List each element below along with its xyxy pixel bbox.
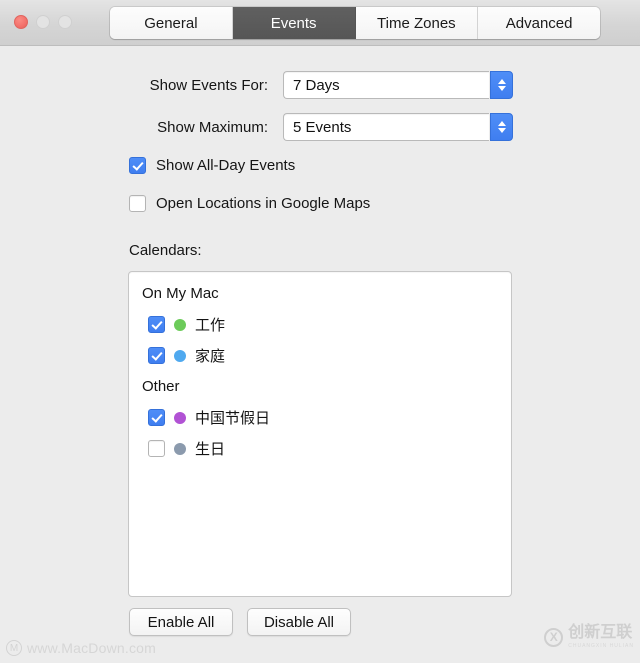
calendar-action-buttons: Enable All Disable All xyxy=(129,608,351,636)
show-all-day-events-checkbox-row[interactable]: Show All-Day Events xyxy=(129,157,295,174)
open-locations-google-maps-label: Open Locations in Google Maps xyxy=(156,195,371,212)
calendar-checkbox[interactable] xyxy=(148,409,165,426)
minimize-button-icon xyxy=(36,15,50,29)
calendar-color-dot-icon xyxy=(174,411,186,424)
calendar-color-dot-icon xyxy=(174,349,186,362)
tab-advanced-label: Advanced xyxy=(505,14,573,32)
zoom-button-icon xyxy=(58,15,72,29)
open-locations-google-maps-checkbox-row[interactable]: Open Locations in Google Maps xyxy=(129,195,370,212)
list-item[interactable]: 中国节假日 xyxy=(129,402,511,433)
tab-time-zones[interactable]: Time Zones xyxy=(355,7,479,39)
calendar-checkbox[interactable] xyxy=(148,316,165,333)
traffic-light-group xyxy=(14,15,72,29)
chevron-up-icon[interactable] xyxy=(497,121,506,126)
chevron-up-icon[interactable] xyxy=(497,79,506,84)
tab-events[interactable]: Events xyxy=(232,7,356,39)
calendars-label: Calendars: xyxy=(129,242,202,259)
show-events-for-combo[interactable]: 7 Days xyxy=(283,71,513,99)
calendar-group-header: On My Mac xyxy=(142,285,219,302)
show-maximum-stepper[interactable] xyxy=(490,113,513,141)
show-all-day-events-checkbox[interactable] xyxy=(129,157,146,174)
tab-general[interactable]: General xyxy=(110,7,233,39)
window-titlebar: General Events Time Zones Advanced xyxy=(0,0,640,46)
preferences-content-pane: Show Events For: 7 Days Show Maximum: 5 … xyxy=(0,47,640,663)
calendar-name: 中国节假日 xyxy=(195,410,271,427)
show-events-for-row: Show Events For: 7 Days xyxy=(0,71,640,99)
calendar-color-dot-icon xyxy=(174,442,186,455)
tab-bar: General Events Time Zones Advanced xyxy=(110,7,600,39)
close-button-icon[interactable] xyxy=(14,15,28,29)
chevron-down-icon[interactable] xyxy=(497,128,506,133)
tab-time-zones-label: Time Zones xyxy=(377,14,456,32)
tab-events-label: Events xyxy=(270,14,317,32)
show-maximum-row: Show Maximum: 5 Events xyxy=(0,113,640,141)
chevron-down-icon[interactable] xyxy=(497,86,506,91)
show-maximum-combo[interactable]: 5 Events xyxy=(283,113,513,141)
show-maximum-value[interactable]: 5 Events xyxy=(283,113,489,141)
tab-advanced[interactable]: Advanced xyxy=(478,7,600,39)
open-locations-google-maps-checkbox[interactable] xyxy=(129,195,146,212)
calendar-color-dot-icon xyxy=(174,318,186,331)
calendar-checkbox[interactable] xyxy=(148,440,165,457)
show-events-for-value[interactable]: 7 Days xyxy=(283,71,489,99)
list-item[interactable]: 家庭 xyxy=(129,340,511,371)
calendar-checkbox[interactable] xyxy=(148,347,165,364)
tab-general-label: General xyxy=(144,14,198,32)
disable-all-button[interactable]: Disable All xyxy=(247,608,351,636)
calendar-group-header: Other xyxy=(142,378,180,395)
show-all-day-events-label: Show All-Day Events xyxy=(156,157,296,174)
calendar-name: 生日 xyxy=(195,441,226,458)
calendar-name: 工作 xyxy=(195,317,226,334)
calendars-listbox[interactable]: On My Mac 工作 家庭 Other 中国节假日 生日 xyxy=(128,271,512,597)
list-item[interactable]: 生日 xyxy=(129,433,511,464)
list-item[interactable]: 工作 xyxy=(129,309,511,340)
show-events-for-label: Show Events For: xyxy=(149,76,268,94)
calendar-name: 家庭 xyxy=(195,348,226,365)
show-maximum-label: Show Maximum: xyxy=(157,118,268,136)
show-events-for-stepper[interactable] xyxy=(490,71,513,99)
enable-all-button[interactable]: Enable All xyxy=(129,608,233,636)
